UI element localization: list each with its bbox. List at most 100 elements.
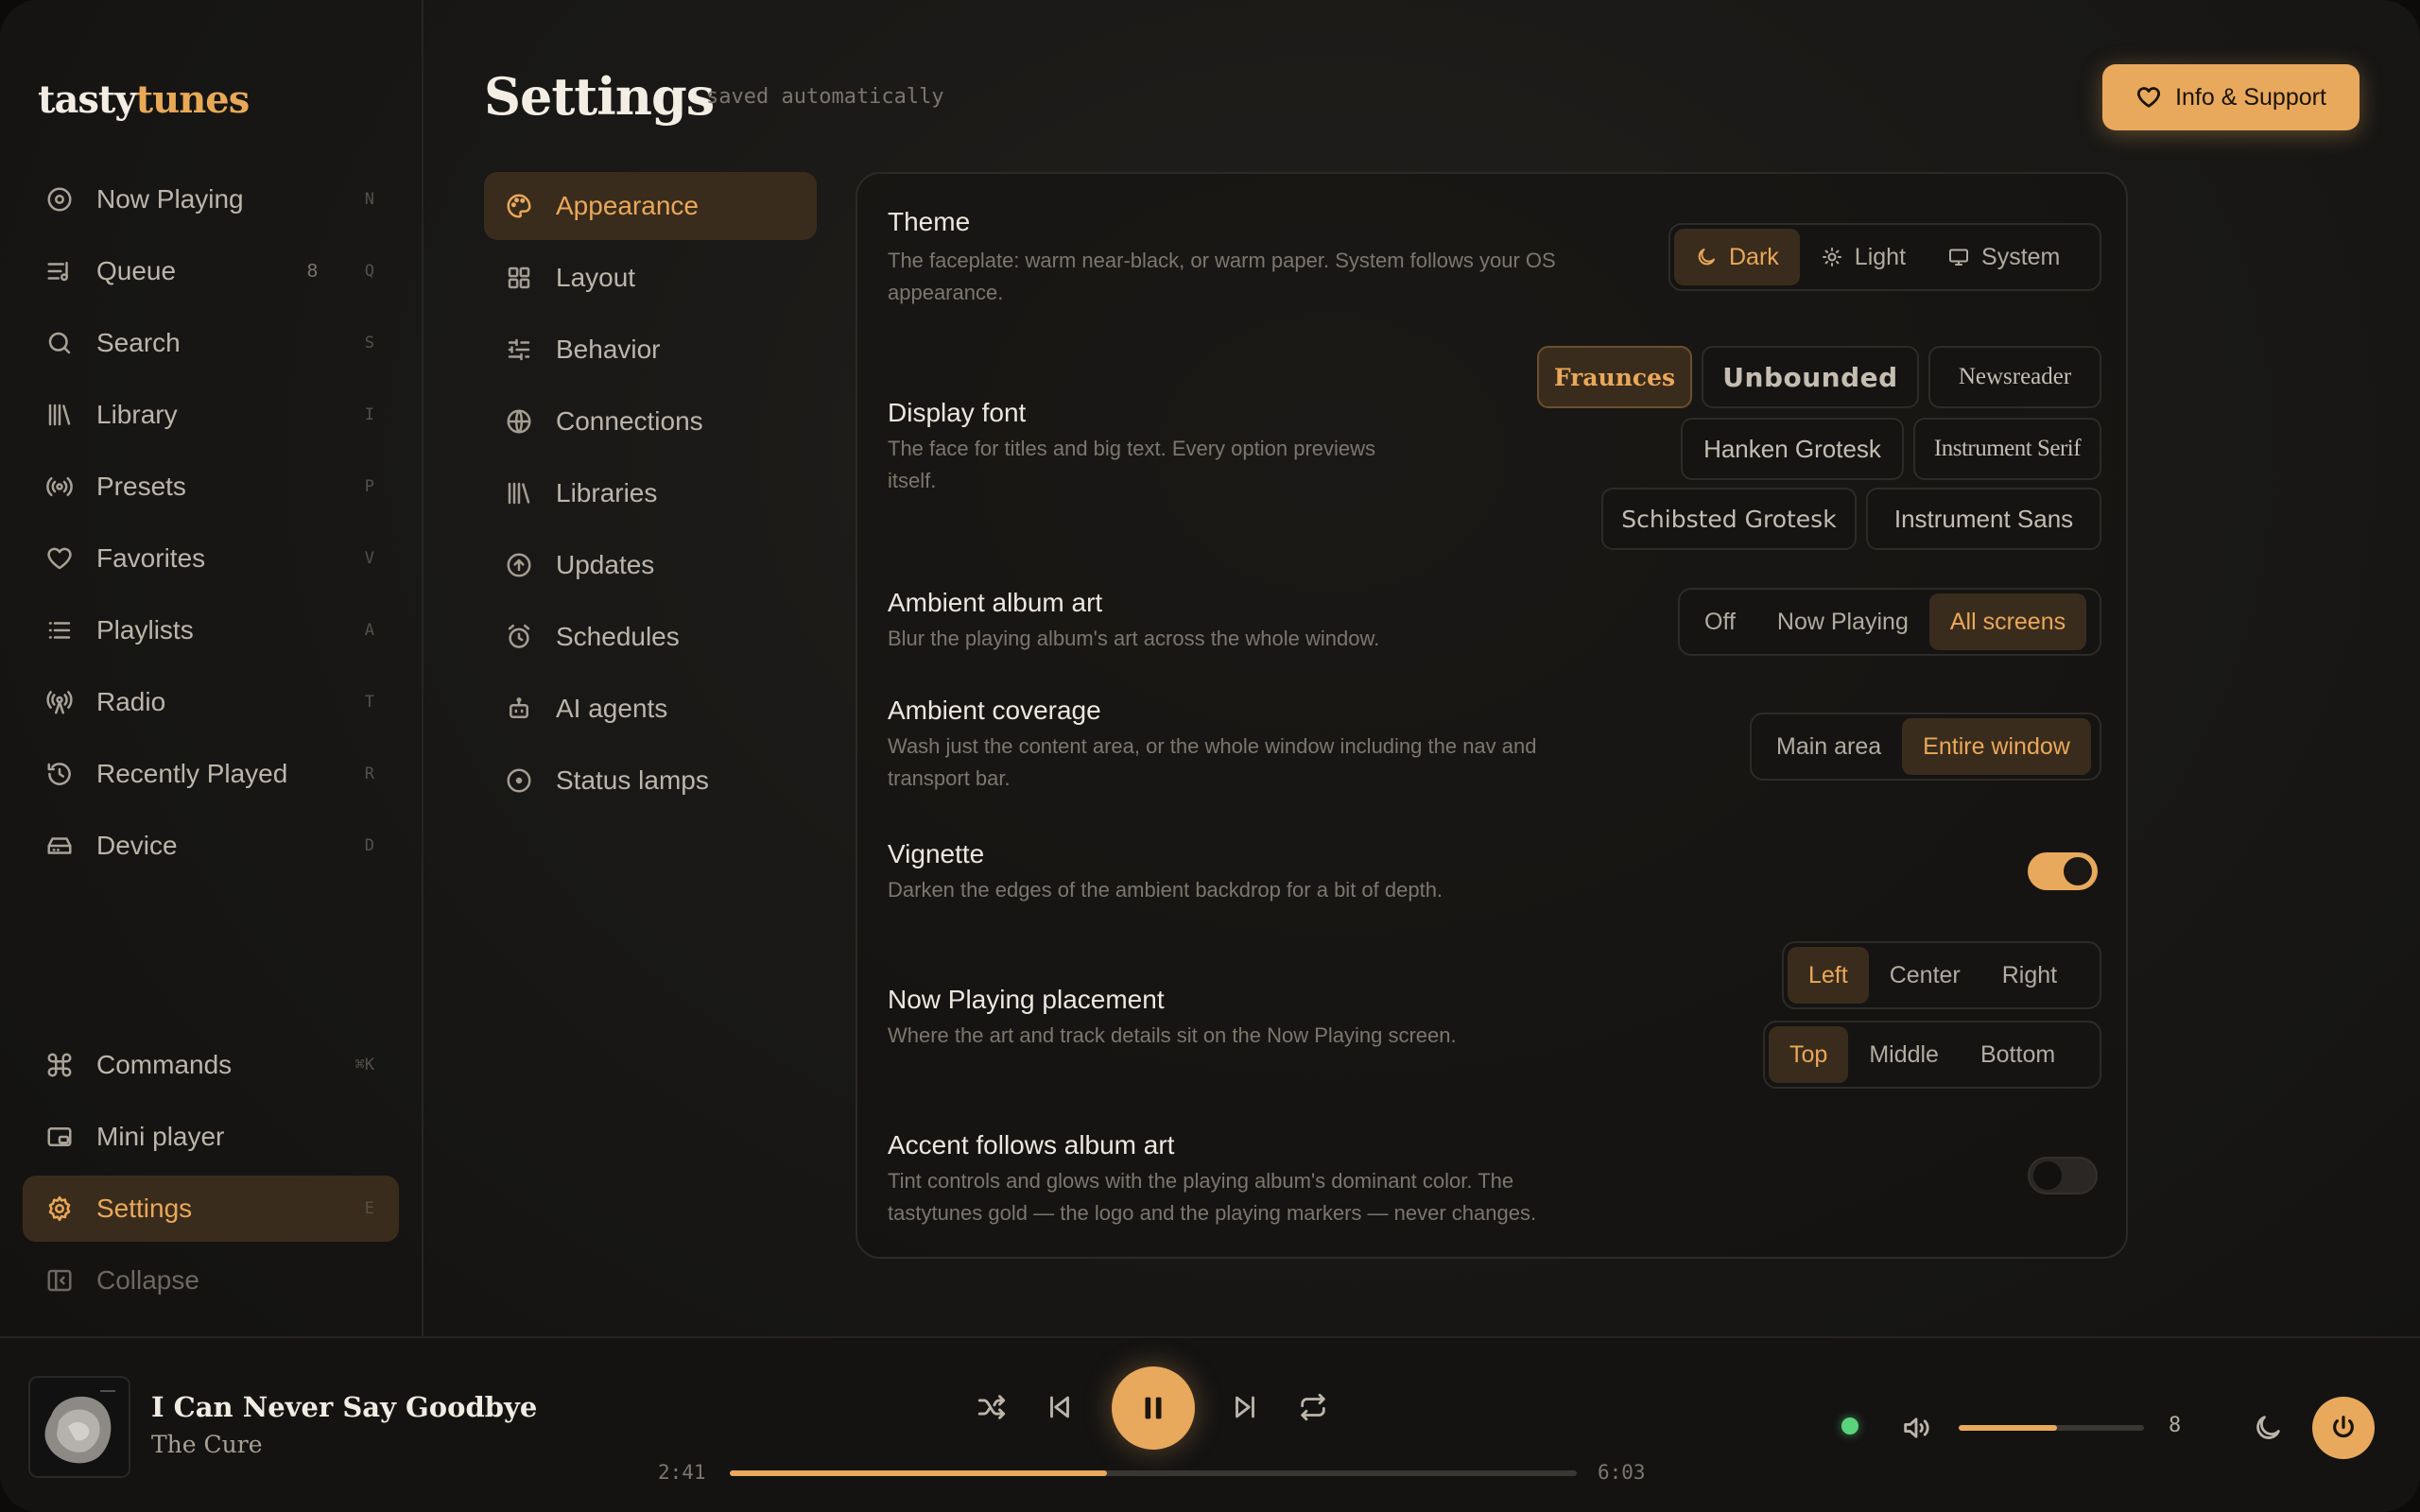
previous-button[interactable] — [1044, 1391, 1076, 1423]
placement-option-bottom[interactable]: Bottom — [1960, 1026, 2076, 1083]
sidebar-item-playlists[interactable]: Playlists A — [23, 597, 399, 663]
player-bar: I Can Never Say Goodbye The Cure 2:41 6:… — [0, 1336, 2420, 1512]
font-option-unbounded[interactable]: Unbounded — [1702, 346, 1919, 408]
album-art-image — [30, 1378, 129, 1476]
volume-value: 8 — [2169, 1414, 2182, 1437]
sidebar-item-device[interactable]: Device D — [23, 813, 399, 879]
font-option-instrument-sans[interactable]: Instrument Sans — [1866, 488, 2101, 550]
accent-toggle[interactable] — [2028, 1157, 2098, 1194]
moon-icon — [1698, 249, 1715, 266]
settings-nav-label: Layout — [556, 263, 636, 292]
vignette-toggle[interactable] — [2028, 852, 2098, 890]
sidebar-item-collapse[interactable]: Collapse — [23, 1247, 399, 1314]
shuffle-button[interactable] — [976, 1391, 1008, 1423]
settings-nav-behavior[interactable]: Behavior — [484, 316, 817, 384]
placement-option-center[interactable]: Center — [1869, 947, 1981, 1004]
theme-description: The faceplate: warm near-black, or warm … — [888, 249, 1556, 304]
ambient-art-option-now-playing[interactable]: Now Playing — [1756, 593, 1929, 650]
info-support-button[interactable]: Info & Support — [2102, 64, 2360, 130]
presets-icon — [46, 477, 73, 496]
library-icon — [508, 482, 530, 505]
coverage-option-main-area[interactable]: Main area — [1755, 718, 1902, 775]
settings-nav-appearance[interactable]: Appearance — [484, 172, 817, 240]
accent-description: Tint controls and glows with the playing… — [888, 1169, 1537, 1225]
next-button[interactable] — [1229, 1391, 1261, 1423]
monitor-icon — [1949, 249, 1969, 266]
vignette-description: Darken the edges of the ambient backdrop… — [888, 878, 1443, 902]
sidebar-item-favorites[interactable]: Favorites V — [23, 525, 399, 592]
settings-nav-connections[interactable]: Connections — [484, 387, 817, 455]
theme-toggle-button[interactable] — [2252, 1412, 2284, 1444]
sidebar-item-settings[interactable]: Settings E — [23, 1176, 399, 1242]
sidebar-item-mini-player[interactable]: Mini player — [23, 1104, 399, 1170]
sidebar-item-label: Collapse — [96, 1265, 199, 1295]
sidebar-item-radio[interactable]: Radio T — [23, 669, 399, 735]
ambient-art-title: Ambient album art — [888, 588, 1103, 617]
ambient-art-option-all-screens[interactable]: All screens — [1928, 593, 2087, 650]
sidebar-item-library[interactable]: Library I — [23, 382, 399, 448]
lamp-icon — [507, 768, 531, 793]
album-art[interactable] — [28, 1376, 130, 1478]
font-option-instrument-serif[interactable]: Instrument Serif — [1913, 418, 2101, 480]
sidebar-item-now-playing[interactable]: Now Playing N — [23, 166, 399, 232]
shortcut-key: N — [364, 190, 374, 209]
volume-button[interactable] — [1900, 1412, 1932, 1444]
sidebar-item-label: Presets — [96, 472, 186, 501]
history-icon — [47, 763, 71, 785]
theme-option-dark[interactable]: Dark — [1674, 229, 1800, 285]
settings-nav-ai-agents[interactable]: AI agents — [484, 675, 817, 743]
settings-nav-layout[interactable]: Layout — [484, 244, 817, 312]
shortcut-key: P — [364, 477, 374, 496]
settings-nav-updates[interactable]: Updates — [484, 531, 817, 599]
settings-nav-libraries[interactable]: Libraries — [484, 459, 817, 527]
font-option-hanken-grotesk[interactable]: Hanken Grotesk — [1681, 418, 1904, 480]
ambient-art-option-off[interactable]: Off — [1684, 593, 1756, 650]
settings-nav-label: Status lamps — [556, 765, 709, 795]
sidebar-item-commands[interactable]: Commands ⌘K — [23, 1032, 399, 1098]
shortcut-key: Q — [364, 262, 374, 281]
palette-icon — [507, 194, 531, 218]
sidebar-item-presets[interactable]: Presets P — [23, 454, 399, 520]
placement-option-top[interactable]: Top — [1769, 1026, 1849, 1083]
repeat-button[interactable] — [1297, 1391, 1329, 1423]
placement-description: Where the art and track details sit on t… — [888, 1023, 1457, 1047]
pause-button[interactable] — [1112, 1366, 1195, 1450]
sidebar-item-queue[interactable]: Queue 8 Q — [23, 238, 399, 304]
font-option-schibsted-grotesk[interactable]: Schibsted Grotesk — [1601, 488, 1857, 550]
coverage-option-entire-window[interactable]: Entire window — [1902, 718, 2091, 775]
shortcut-key: T — [364, 693, 374, 712]
settings-nav-schedules[interactable]: Schedules — [484, 603, 817, 671]
track-title[interactable]: I Can Never Say Goodbye — [151, 1391, 537, 1423]
app-window: tastytunes Now Playing N Queue 8 Q Searc… — [0, 0, 2420, 1512]
font-option-newsreader[interactable]: Newsreader — [1928, 346, 2101, 408]
settings-nav-label: Behavior — [556, 335, 661, 364]
settings-nav-status-lamps[interactable]: Status lamps — [484, 747, 817, 815]
placement-vertical-selector: Top Middle Bottom — [1763, 1021, 2101, 1089]
skip-forward-icon — [1236, 1396, 1254, 1418]
power-button[interactable] — [2312, 1397, 2375, 1459]
theme-option-system[interactable]: System — [1927, 229, 2081, 285]
toggle-knob — [2064, 857, 2092, 885]
sidebar-item-label: Playlists — [96, 615, 194, 644]
track-artist[interactable]: The Cure — [151, 1431, 263, 1458]
shortcut-key: A — [364, 621, 374, 640]
sliders-icon — [508, 338, 530, 361]
settings-nav-label: Appearance — [556, 191, 700, 220]
progress-bar[interactable] — [730, 1470, 1577, 1476]
app-logo[interactable]: tastytunes — [38, 77, 250, 122]
sidebar: tastytunes Now Playing N Queue 8 Q Searc… — [0, 0, 424, 1336]
sidebar-item-label: Search — [96, 328, 181, 357]
volume-slider[interactable] — [1959, 1425, 2144, 1431]
ambient-coverage-title: Ambient coverage — [888, 696, 1101, 725]
placement-option-right[interactable]: Right — [1981, 947, 2078, 1004]
sidebar-item-search[interactable]: Search S — [23, 310, 399, 376]
sidebar-item-label: Radio — [96, 687, 166, 716]
shortcut-key: S — [364, 334, 374, 352]
volume-icon — [1904, 1418, 1929, 1438]
sidebar-item-recently-played[interactable]: Recently Played R — [23, 741, 399, 807]
placement-option-left[interactable]: Left — [1788, 947, 1869, 1004]
placement-option-middle[interactable]: Middle — [1848, 1026, 1960, 1083]
info-support-label: Info & Support — [2175, 83, 2326, 111]
theme-option-light[interactable]: Light — [1800, 229, 1927, 285]
font-option-fraunces[interactable]: Fraunces — [1537, 346, 1692, 408]
